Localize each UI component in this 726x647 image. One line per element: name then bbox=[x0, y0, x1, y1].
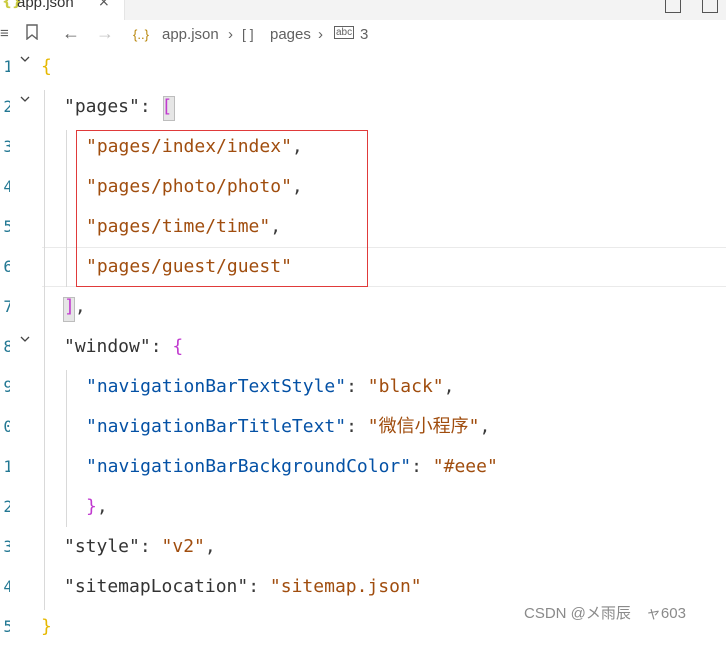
code-line: }, bbox=[86, 496, 108, 517]
tab-label: app.json bbox=[17, 0, 74, 11]
code-line: "style": "v2", bbox=[64, 536, 216, 557]
breadcrumb-item-3[interactable]: 3 bbox=[360, 26, 368, 43]
forward-arrow-icon[interactable]: → bbox=[96, 23, 114, 44]
code-line: "sitemapLocation": "sitemap.json" bbox=[64, 576, 422, 597]
breadcrumb: ≡ ← → {..} app.json › [ ] pages › abc 3 bbox=[0, 20, 726, 50]
code-line: "navigationBarTextStyle": "black", bbox=[86, 376, 455, 397]
code-line: "pages": [ bbox=[64, 96, 173, 117]
line-number: 9 bbox=[3, 377, 10, 396]
more-actions-icon[interactable] bbox=[702, 0, 718, 13]
code-line: "navigationBarTitleText": "微信小程序", bbox=[86, 416, 491, 437]
line-number: 4 bbox=[3, 177, 10, 196]
line-number: 7 bbox=[3, 297, 10, 316]
line-number: 1 bbox=[3, 57, 10, 76]
line-number: 1 bbox=[3, 457, 10, 476]
chevron-down-icon[interactable] bbox=[20, 94, 30, 104]
breadcrumb-item-pages[interactable]: pages bbox=[270, 26, 311, 43]
array-icon: [ ] bbox=[242, 26, 254, 42]
json-object-icon: {..} bbox=[133, 27, 149, 42]
breadcrumb-item-app-json[interactable]: app.json bbox=[162, 26, 219, 43]
bookmark-icon[interactable] bbox=[26, 24, 38, 44]
line-number: 3 bbox=[3, 137, 10, 156]
line-number: 0 bbox=[3, 417, 10, 436]
tab-app-json[interactable]: {} app.json × bbox=[0, 0, 125, 20]
chevron-down-icon[interactable] bbox=[20, 334, 30, 344]
code-line: "navigationBarBackgroundColor": "#eee" bbox=[86, 456, 498, 477]
code-line: } bbox=[41, 616, 52, 637]
code-line: "pages/time/time", bbox=[86, 216, 282, 237]
line-number: 4 bbox=[3, 577, 10, 596]
back-arrow-icon[interactable]: ← bbox=[62, 23, 80, 44]
code-line: { bbox=[41, 56, 52, 77]
line-number: 6 bbox=[3, 257, 10, 276]
code-line: "pages/index/index", bbox=[86, 136, 303, 157]
code-line: "pages/photo/photo", bbox=[86, 176, 303, 197]
code-line: "window": { bbox=[64, 336, 184, 357]
chevron-right-icon: › bbox=[228, 26, 233, 43]
line-number: 2 bbox=[3, 97, 10, 116]
tab-bar: {} app.json × bbox=[0, 0, 726, 20]
line-number: 3 bbox=[3, 537, 10, 556]
split-editor-icon[interactable] bbox=[665, 0, 681, 13]
menu-icon[interactable]: ≡ bbox=[0, 25, 9, 42]
close-icon[interactable]: × bbox=[98, 0, 110, 10]
line-number: 5 bbox=[3, 617, 10, 636]
line-number: 2 bbox=[3, 497, 10, 516]
watermark: CSDN @メ雨辰 ャ603 bbox=[524, 605, 686, 622]
string-icon: abc bbox=[334, 26, 355, 39]
line-number: 5 bbox=[3, 217, 10, 236]
code-line: "pages/guest/guest" bbox=[86, 256, 292, 277]
chevron-right-icon: › bbox=[318, 26, 323, 43]
line-number: 8 bbox=[3, 337, 10, 356]
chevron-down-icon[interactable] bbox=[20, 54, 30, 64]
code-line: ], bbox=[64, 296, 86, 317]
